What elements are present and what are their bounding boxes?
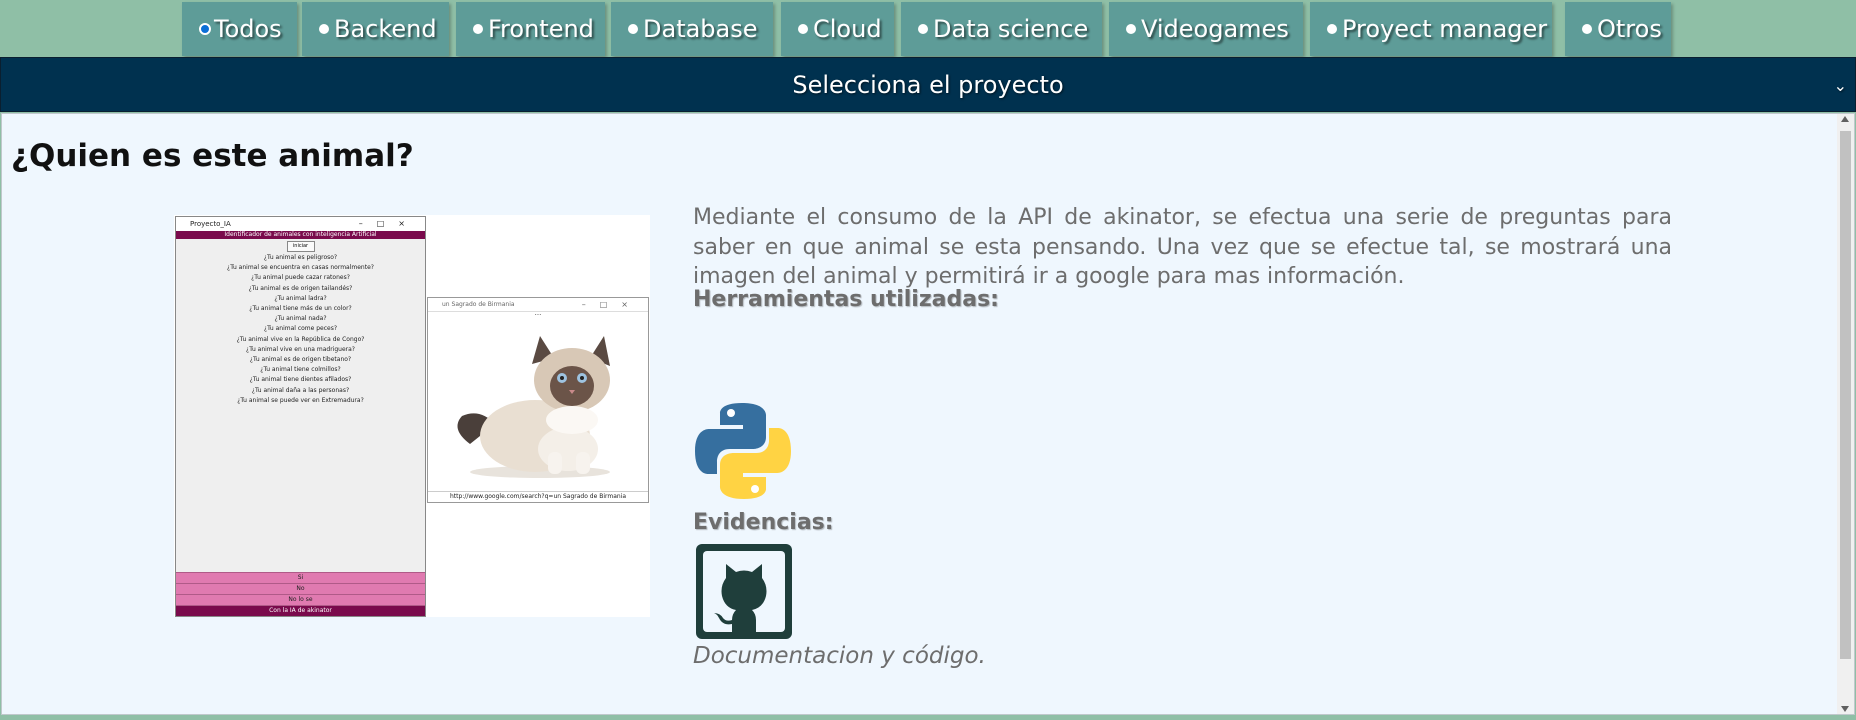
radio-icon[interactable] <box>1327 24 1337 34</box>
tab-database[interactable]: Database <box>611 2 773 56</box>
screenshot-question: ¿Tu animal daña a las personas? <box>251 386 350 394</box>
tools-heading: Herramientas utilizadas: <box>693 287 999 312</box>
screenshot-header-bar: Identificador de animales con inteligenc… <box>176 231 425 239</box>
project-screenshot: Proyecto_IA –□× Identificador de animale… <box>174 215 650 617</box>
screenshot-answer-no-lo-se: No lo se <box>176 594 425 605</box>
github-logo-icon[interactable] <box>696 544 792 639</box>
tab-label: Otros <box>1597 15 1662 43</box>
screenshot-result-title: un Sagrado de Birmania –□× <box>428 298 648 312</box>
screenshot-answer-no: No <box>176 583 425 594</box>
screenshot-question: ¿Tu animal es de origen tailandés? <box>248 284 353 292</box>
tab-label: Todos <box>214 15 282 43</box>
radio-icon[interactable] <box>473 24 483 34</box>
screenshot-start-button: iniciar <box>286 241 315 252</box>
ellipsis-icon: ··· <box>534 311 542 319</box>
screenshot-window-title: Proyecto_IA –□× <box>176 217 425 231</box>
radio-icon[interactable] <box>918 24 928 34</box>
tab-videogames[interactable]: Videogames <box>1109 2 1303 56</box>
tab-label: Database <box>643 15 758 43</box>
radio-icon[interactable] <box>628 24 638 34</box>
screenshot-result-url: http://www.google.com/search?q=un Sagrad… <box>428 491 648 502</box>
screenshot-question: ¿Tu animal come peces? <box>263 325 338 333</box>
tab-backend[interactable]: Backend <box>302 2 449 56</box>
tab-data-science[interactable]: Data science <box>901 2 1102 56</box>
screenshot-question: ¿Tu animal puede cazar ratones? <box>251 274 350 282</box>
radio-selected-icon[interactable] <box>199 23 211 35</box>
screenshot-question: ¿Tu animal se puede ver en Extremadura? <box>237 396 364 404</box>
screenshot-footer-bar: Con la IA de akinator <box>176 605 425 616</box>
screenshot-question: ¿Tu animal tiene dientes afilados? <box>249 376 352 384</box>
project-select[interactable]: Selecciona el proyecto ⌄ <box>0 57 1856 112</box>
window-controls-icon: –□× <box>581 300 642 309</box>
radio-icon[interactable] <box>1582 24 1592 34</box>
scrollbar-thumb[interactable] <box>1840 131 1851 659</box>
tab-label: Data science <box>933 15 1089 43</box>
documentation-link[interactable]: Documentacion y código. <box>693 643 986 669</box>
tab-label: Cloud <box>813 15 882 43</box>
screenshot-main-window: Proyecto_IA –□× Identificador de animale… <box>175 216 426 617</box>
radio-icon[interactable] <box>1126 24 1136 34</box>
screenshot-question: ¿Tu animal ladra? <box>274 294 327 302</box>
screenshot-question: ¿Tu animal es de origen tibetano? <box>249 356 352 364</box>
tab-label: Frontend <box>488 15 594 43</box>
evidence-heading: Evidencias: <box>693 510 834 535</box>
tab-label: Videogames <box>1141 15 1289 43</box>
screenshot-question: ¿Tu animal es peligroso? <box>263 254 338 261</box>
project-description: Mediante el consumo de la API de akinato… <box>693 205 1672 289</box>
project-select-value: Selecciona el proyecto <box>792 71 1064 99</box>
screenshot-question: ¿Tu animal vive en la República de Congo… <box>236 335 365 343</box>
python-logo-icon <box>695 403 791 499</box>
screenshot-answer-si: Si <box>176 572 425 583</box>
screenshot-question-list: ¿Tu animal es peligroso? ¿Tu animal se e… <box>176 253 425 406</box>
tab-frontend[interactable]: Frontend <box>456 2 605 56</box>
chevron-down-icon[interactable]: ⌄ <box>1834 58 1847 113</box>
tab-otros[interactable]: Otros <box>1565 2 1671 56</box>
category-tabs: Todos Backend Frontend Database Cloud Da… <box>0 2 1856 56</box>
vertical-scrollbar[interactable] <box>1837 114 1854 714</box>
scroll-up-icon[interactable] <box>1841 116 1849 122</box>
screenshot-question: ¿Tu animal nada? <box>274 315 327 323</box>
cat-photo-icon <box>457 336 610 478</box>
screenshot-window-title-text: Proyecto_IA <box>190 220 231 228</box>
tab-label: Backend <box>334 15 437 43</box>
tab-todos[interactable]: Todos <box>182 2 297 56</box>
screenshot-result-title-text: un Sagrado de Birmania <box>442 301 515 308</box>
tab-label: Proyect manager <box>1342 15 1548 43</box>
project-title: ¿Quien es este animal? <box>11 138 414 174</box>
screenshot-question: ¿Tu animal se encuentra en casas normalm… <box>227 264 374 272</box>
screenshot-answer-buttons: Si No No lo se Con la IA de akinator <box>176 572 425 616</box>
window-controls-icon: –□× <box>358 219 419 228</box>
screenshot-question: ¿Tu animal tiene más de un color? <box>249 305 352 313</box>
tab-cloud[interactable]: Cloud <box>781 2 894 56</box>
screenshot-question: ¿Tu animal tiene colmillos? <box>260 366 341 374</box>
project-panel: ¿Quien es este animal? Proyecto_IA –□× I… <box>1 113 1855 715</box>
radio-icon[interactable] <box>798 24 808 34</box>
screenshot-result-window: un Sagrado de Birmania –□× ··· http://ww… <box>427 297 649 503</box>
scroll-down-icon[interactable] <box>1841 706 1849 712</box>
tab-proyect-manager[interactable]: Proyect manager <box>1310 2 1552 56</box>
screenshot-question: ¿Tu animal vive en una madriguera? <box>246 345 355 353</box>
radio-icon[interactable] <box>319 24 329 34</box>
